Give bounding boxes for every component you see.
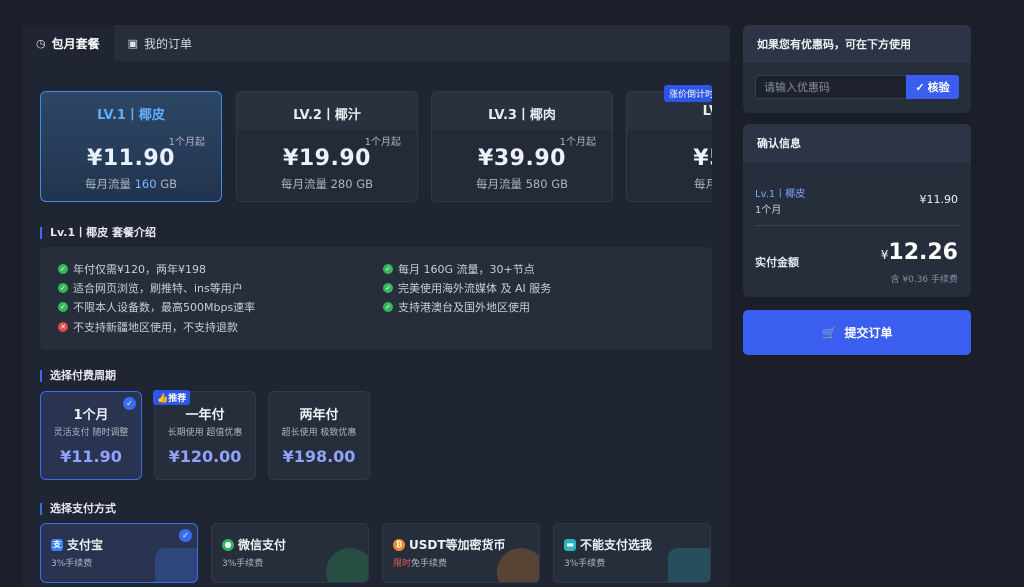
- plan-price: ¥11.90: [87, 146, 175, 171]
- plan-traffic: 每月流量 280 GB: [280, 177, 374, 191]
- coupon-box: 如果您有优惠码，可在下方使用 ✓核验: [743, 25, 971, 113]
- plan-traffic: 每月流量 160 GB: [84, 177, 178, 191]
- total-amount: ¥12.26: [880, 240, 958, 265]
- submit-label: 提交订单: [844, 326, 893, 340]
- plan-card-lv1[interactable]: LV.1丨椰皮 1个月起 ¥11.90 每月流量 160 GB: [40, 91, 222, 202]
- confirm-plan-price: ¥11.90: [919, 193, 959, 206]
- confirm-plan-name: Lv.1丨椰皮: [755, 189, 806, 200]
- period-price: ¥120.00: [168, 447, 242, 466]
- plan-panel: ◷ 包月套餐 ▣ 我的订单 LV.1丨椰皮 1个月起 ¥11.90 每月流量 1…: [22, 25, 730, 587]
- check-circle-icon: ✓: [58, 264, 68, 274]
- bitcoin-icon: ₿: [393, 538, 405, 551]
- period-subtitle: 超长使用 极致优惠: [281, 428, 357, 438]
- pay-amount-label: 实付金额: [755, 256, 799, 269]
- pay-method-other[interactable]: ▬ 不能支付选我 3%手续费: [553, 523, 711, 583]
- cart-icon: 🛒: [821, 325, 837, 340]
- payment-section-title: 选择支付方式: [40, 503, 116, 515]
- tab-bar: ◷ 包月套餐 ▣ 我的订单: [22, 25, 730, 61]
- alipay-icon: 支: [51, 538, 63, 551]
- verify-label: 核验: [927, 82, 950, 94]
- period-option-1-month[interactable]: ✓ 1个月 灵活支付 随时调整 ¥11.90: [40, 391, 142, 480]
- check-circle-icon: ✓: [383, 283, 393, 293]
- check-circle-icon: ✓: [58, 302, 68, 312]
- card-watermark-icon: [668, 548, 710, 582]
- coupon-title: 如果您有优惠码，可在下方使用: [743, 25, 971, 63]
- confirm-box: 确认信息 Lv.1丨椰皮 1个月 ¥11.90 实付金额 ¥12.26 含 ¥0…: [743, 124, 971, 297]
- feature-item: ✓ 适合网页浏览，刷推特、ins等用户: [58, 280, 243, 296]
- confirm-plan-period: 1个月: [755, 205, 782, 216]
- period-subtitle: 长期使用 超值优惠: [167, 428, 243, 438]
- period-price: ¥198.00: [282, 447, 356, 466]
- price-countdown-badge: 涨价倒计时: [664, 85, 712, 102]
- plan-card-lv3[interactable]: LV.3丨椰肉 1个月起 ¥39.90 每月流量 580 GB: [431, 91, 613, 202]
- pay-method-fee: 3%手续费: [51, 559, 93, 569]
- feature-item: ✓ 不限本人设备数，最高500Mbps速率: [58, 299, 255, 315]
- intro-section-title: Lv.1丨椰皮 套餐介绍: [40, 227, 156, 239]
- plan-card-lv4[interactable]: LV.4 ¥59 每月流量: [626, 91, 712, 202]
- wechat-icon: ●: [222, 538, 234, 551]
- period-section-title: 选择付费周期: [40, 370, 116, 382]
- wechat-watermark-icon: [326, 548, 368, 582]
- plan-intro-box: ✓ 年付仅需¥120，两年¥198 ✓ 适合网页浏览，刷推特、ins等用户 ✓ 不限本…: [40, 247, 712, 350]
- period-title: 两年付: [299, 408, 339, 423]
- tab-monthly-plans[interactable]: ◷ 包月套餐: [22, 25, 114, 61]
- period-price: ¥11.90: [60, 447, 122, 466]
- check-circle-icon: ✓: [58, 283, 68, 293]
- check-circle-icon: ✓: [383, 264, 393, 274]
- pay-method-fee: 3%手续费: [222, 559, 264, 569]
- period-option-1-year[interactable]: 👍推荐 一年付 长期使用 超值优惠 ¥120.00: [153, 390, 256, 480]
- pay-method-fee: 3%手续费: [564, 559, 606, 569]
- period-title: 一年付: [185, 408, 225, 423]
- pay-method-alipay[interactable]: ✓ 支支付宝 3%手续费: [40, 523, 198, 583]
- pay-method-fee: 限时免手续费: [393, 559, 448, 569]
- pay-method-name: 微信支付: [238, 538, 287, 552]
- fee-note: 含 ¥0.36 手续费: [890, 275, 959, 285]
- plan-name: LV.4: [702, 104, 712, 119]
- card-icon: ▬: [564, 538, 576, 551]
- period-title: 1个月: [73, 408, 109, 423]
- plan-name: LV.3丨椰肉: [488, 108, 556, 123]
- feature-item: ✓ 每月 160G 流量，30+节点: [383, 261, 535, 277]
- order-icon: ▣: [127, 36, 139, 50]
- pay-method-name: USDT等加密货币: [409, 538, 506, 552]
- feature-item: ✕ 不支持新疆地区使用，不支持退款: [58, 319, 238, 335]
- pay-method-name: 不能支付选我: [580, 538, 653, 552]
- check-icon: ✓: [915, 81, 925, 94]
- plan-traffic: 每月流量: [694, 177, 712, 191]
- plan-carousel: LV.1丨椰皮 1个月起 ¥11.90 每月流量 160 GB LV.2丨椰汁 …: [40, 91, 712, 203]
- pay-method-name: 支付宝: [67, 538, 104, 552]
- check-icon: ✓: [179, 529, 192, 542]
- alipay-watermark-icon: [155, 548, 197, 582]
- period-option-2-years[interactable]: 两年付 超长使用 极致优惠 ¥198.00: [268, 391, 370, 480]
- feature-item: ✓ 完美使用海外流媒体 及 AI 服务: [383, 280, 551, 296]
- plan-price: ¥19.90: [283, 146, 371, 171]
- plan-name: LV.2丨椰汁: [293, 108, 361, 123]
- tab-my-orders[interactable]: ▣ 我的订单: [114, 25, 206, 61]
- tab-label: 包月套餐: [51, 36, 100, 51]
- confirm-title: 确认信息: [743, 124, 971, 162]
- recommend-badge: 👍推荐: [153, 390, 191, 405]
- plan-traffic: 每月流量 580 GB: [475, 177, 569, 191]
- plan-price: ¥39.90: [478, 146, 566, 171]
- divider: [755, 225, 959, 226]
- check-circle-icon: ✓: [383, 302, 393, 312]
- pay-method-crypto[interactable]: ₿ USDT等加密货币 限时免手续费: [382, 523, 540, 583]
- coupon-input[interactable]: [755, 75, 907, 99]
- plan-price: ¥59: [693, 146, 712, 171]
- tab-label: 我的订单: [144, 36, 193, 51]
- plan-name: LV.1丨椰皮: [97, 108, 165, 123]
- period-subtitle: 灵活支付 随时调整: [53, 428, 129, 438]
- bitcoin-watermark-icon: [497, 548, 539, 582]
- cross-circle-icon: ✕: [58, 322, 68, 332]
- feature-item: ✓ 年付仅需¥120，两年¥198: [58, 261, 206, 277]
- clock-icon: ◷: [36, 36, 46, 50]
- submit-order-button[interactable]: 🛒 提交订单: [743, 310, 971, 355]
- plan-card-lv2[interactable]: LV.2丨椰汁 1个月起 ¥19.90 每月流量 280 GB: [236, 91, 418, 202]
- feature-item: ✓ 支持港澳台及国外地区使用: [383, 299, 530, 315]
- verify-coupon-button[interactable]: ✓ 核验: [906, 75, 959, 99]
- pay-method-wechat[interactable]: ● 微信支付 3%手续费: [211, 523, 369, 583]
